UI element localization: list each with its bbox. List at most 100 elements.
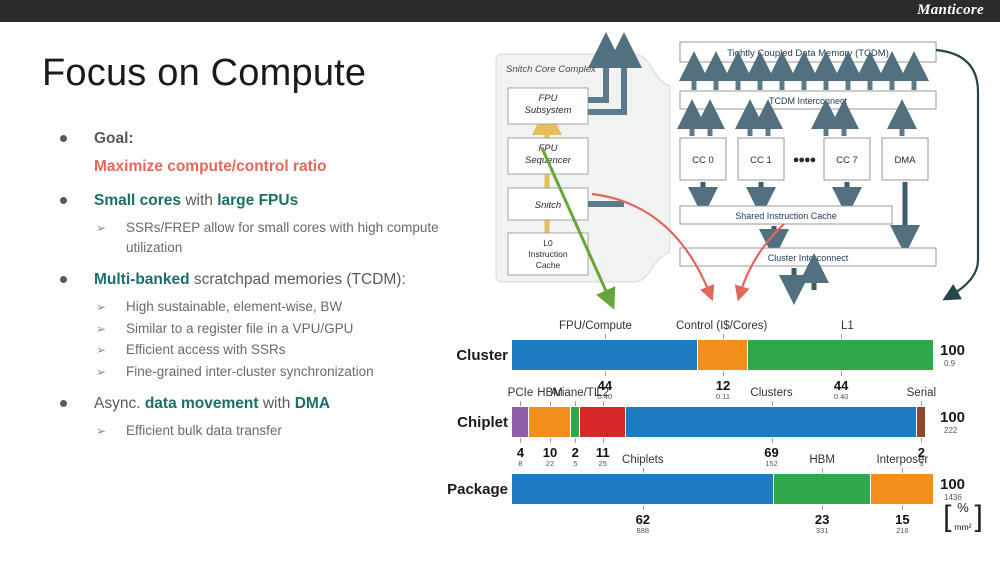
bullet-text-run: Maximize compute/control ratio bbox=[94, 158, 327, 175]
architecture-diagram: Snitch Core Complex FPU Subsystem FPU Sequ… bbox=[484, 28, 1000, 328]
svg-text:●●●●: ●●●● bbox=[793, 154, 816, 166]
svg-text:L0: L0 bbox=[543, 238, 553, 248]
segment-tick bbox=[602, 401, 604, 406]
segment-tick bbox=[841, 371, 843, 376]
segment-percent-value: 4 bbox=[516, 445, 525, 460]
bullet-dot-icon bbox=[60, 400, 67, 408]
segment-tick bbox=[604, 334, 606, 339]
segment-tick bbox=[549, 401, 551, 406]
segment-category-label: L2 bbox=[596, 387, 610, 399]
segment-percent-value: 69 bbox=[764, 445, 779, 460]
bar-segment bbox=[512, 340, 698, 370]
tcdm-block: Tightly Coupled Data Memory (TCDM) bbox=[679, 41, 937, 63]
bar-segment bbox=[748, 340, 934, 370]
unit-legend: [ % mm² ] bbox=[938, 498, 988, 536]
bullet-text-run: data movement bbox=[144, 395, 259, 413]
bracket-left: [ bbox=[943, 500, 952, 533]
segment-tick bbox=[602, 438, 604, 443]
tcdm-interconnect-block: TCDM Interconnect bbox=[679, 90, 937, 110]
unit-percent: % bbox=[957, 500, 969, 515]
segment-tick bbox=[921, 438, 923, 443]
bullet-text-run: High sustainable, element-wise, BW bbox=[126, 299, 343, 315]
top-bar: Manticore bbox=[0, 0, 1000, 22]
sub-bullet-arrow-icon: ➢ bbox=[96, 221, 107, 235]
slide-root: Manticore Focus on Compute Goal: Maximize… bbox=[0, 0, 1000, 563]
svg-text:TCDM Interconnect: TCDM Interconnect bbox=[769, 96, 848, 106]
segment-tick bbox=[642, 505, 644, 510]
segment-percent-value: 10 bbox=[542, 445, 558, 460]
segment-tick bbox=[723, 334, 724, 339]
sub-bullet-arrow-icon: ➢ bbox=[96, 364, 107, 379]
bullet-text-run: scratchpad memories (TCDM): bbox=[189, 271, 406, 289]
bullet-dot-icon bbox=[60, 276, 67, 284]
bar-segment bbox=[571, 407, 580, 437]
segment-percent-value: 11 bbox=[595, 445, 610, 460]
bullet-text: Async. data movement with DMA bbox=[94, 395, 330, 412]
segment-area-value: 5 bbox=[573, 459, 578, 468]
sub-bullet-arrow-icon: ➢ bbox=[96, 343, 107, 358]
segment-tick bbox=[520, 438, 522, 443]
segment-tick bbox=[549, 438, 551, 443]
svg-text:Snitch: Snitch bbox=[535, 200, 561, 211]
bullet-text-run: Efficient access with SSRs bbox=[126, 342, 286, 358]
stacked-bar-chart: [ % mm² ] ClusterFPU/Compute440.40Contro… bbox=[430, 312, 1000, 552]
svg-text:FPU: FPU bbox=[539, 93, 558, 104]
segment-tick bbox=[902, 468, 904, 473]
bullet-text-run: Similar to a register file in a VPU/GPU bbox=[126, 320, 354, 336]
bullet-text-run: with bbox=[181, 192, 218, 209]
svg-text:Tightly Coupled Data Memory (T: Tightly Coupled Data Memory (TCDM) bbox=[727, 48, 889, 59]
bar-segment bbox=[528, 407, 572, 437]
segment-tick bbox=[642, 468, 644, 473]
bar-row-label: Chiplet bbox=[457, 414, 508, 431]
bar-row bbox=[512, 407, 934, 437]
svg-text:DMA: DMA bbox=[894, 155, 916, 166]
svg-text:Cache: Cache bbox=[536, 260, 561, 270]
segment-tick bbox=[822, 505, 824, 510]
segment-percent-value: 62 bbox=[635, 512, 651, 527]
segment-area-value: 331 bbox=[815, 526, 829, 535]
segment-category-label: Clusters bbox=[750, 387, 793, 399]
bullet-dot-icon bbox=[60, 135, 67, 142]
bullet-item: Small cores with large FPUs bbox=[52, 190, 472, 212]
bullet-item-continuation: Maximize compute/control ratio bbox=[52, 156, 472, 178]
svg-text:Shared Instruction Cache: Shared Instruction Cache bbox=[735, 211, 837, 221]
segment-tick bbox=[604, 371, 606, 376]
segment-category-label: Interposer bbox=[876, 454, 929, 466]
svg-text:Subsystem: Subsystem bbox=[525, 105, 572, 116]
bar-segment bbox=[579, 407, 626, 437]
svg-text:Cluster Interconnect: Cluster Interconnect bbox=[768, 253, 849, 263]
bar-segment bbox=[512, 474, 774, 504]
bullet-text: Efficient bulk data transfer bbox=[126, 423, 282, 438]
bullet-sub-item: ➢ Similar to a register file in a VPU/GPU bbox=[52, 319, 472, 339]
bar-segment bbox=[512, 407, 529, 437]
bar-segment bbox=[697, 340, 749, 370]
segment-tick bbox=[771, 438, 773, 443]
segment-category-label: Serial bbox=[906, 387, 937, 399]
svg-text:Snitch Core Complex: Snitch Core Complex bbox=[506, 64, 597, 75]
bullet-text: Efficient access with SSRs bbox=[126, 342, 286, 357]
bullet-text: Similar to a register file in a VPU/GPU bbox=[126, 321, 353, 336]
bullet-text-run: Efficient bulk data transfer bbox=[126, 423, 282, 439]
bullet-text: Fine-grained inter-cluster synchronizati… bbox=[126, 364, 374, 379]
bullet-item: Multi-banked scratchpad memories (TCDM): bbox=[52, 269, 472, 291]
bar-row-total: 100 bbox=[940, 476, 966, 493]
segment-percent-value: 15 bbox=[895, 512, 910, 527]
bullet-text: Maximize compute/control ratio bbox=[94, 158, 327, 175]
bullet-text-run: Async. bbox=[94, 395, 145, 413]
segment-tick bbox=[902, 505, 904, 510]
bar-row-total-area: 222 bbox=[944, 426, 958, 435]
segment-tick bbox=[575, 438, 577, 443]
bullet-item: Goal: bbox=[52, 128, 472, 150]
segment-area-value: 0.40 bbox=[833, 392, 849, 401]
bullet-text: Multi-banked scratchpad memories (TCDM): bbox=[94, 271, 406, 288]
bullet-text-run: Small cores bbox=[94, 192, 182, 209]
bullet-text-run: SSRs/FREP allow for small cores with hig… bbox=[126, 220, 439, 255]
segment-tick bbox=[822, 468, 824, 473]
segment-tick bbox=[520, 401, 522, 406]
segment-tick bbox=[841, 334, 843, 339]
bullet-text-run: Fine-grained inter-cluster synchronizati… bbox=[126, 363, 374, 379]
bullet-text: SSRs/FREP allow for small cores with hig… bbox=[126, 220, 439, 255]
bar-segment bbox=[773, 474, 871, 504]
bullet-dot-icon bbox=[60, 197, 67, 204]
bar-row bbox=[512, 340, 934, 370]
